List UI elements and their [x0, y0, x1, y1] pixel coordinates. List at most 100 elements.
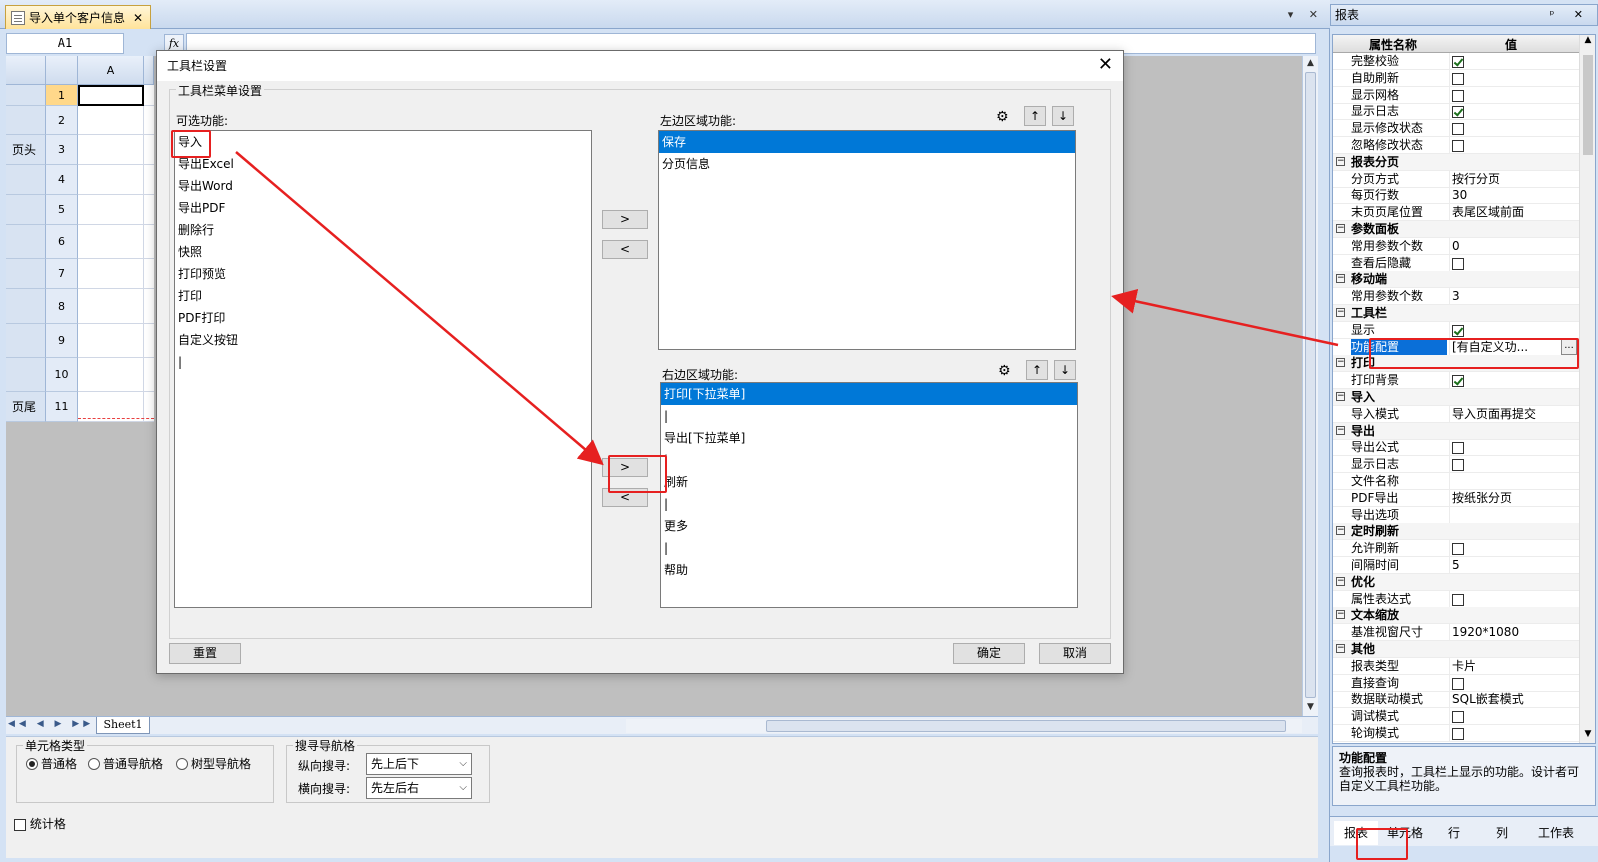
property-row[interactable]: 导出选项: [1333, 506, 1579, 524]
property-row[interactable]: 允许刷新: [1333, 540, 1579, 558]
collapse-icon[interactable]: −: [1336, 224, 1345, 233]
collapse-icon[interactable]: −: [1336, 526, 1345, 536]
horizontal-scroll-thumb[interactable]: [766, 720, 1286, 732]
window-buttons[interactable]: ▾ ✕: [1288, 8, 1324, 21]
tab-column[interactable]: 列: [1480, 821, 1524, 845]
right-area-item[interactable]: 刷新: [661, 471, 1077, 493]
available-function-item[interactable]: PDF打印: [175, 307, 591, 329]
table-cell[interactable]: [78, 358, 144, 392]
property-row[interactable]: 常用参数个数 0: [1333, 237, 1579, 255]
property-category[interactable]: − 定时刷新: [1333, 523, 1579, 541]
right-area-list[interactable]: 打印[下拉菜单] | 导出[下拉菜单] | 刷新 | 更多 | 帮助: [660, 382, 1078, 608]
available-function-item[interactable]: |: [175, 351, 591, 373]
row-header[interactable]: 4: [46, 165, 78, 195]
property-row[interactable]: 常用参数个数 3: [1333, 288, 1579, 306]
row-header[interactable]: 10: [46, 358, 78, 392]
property-row[interactable]: PDF导出 按纸张分页: [1333, 489, 1579, 507]
property-value[interactable]: [1449, 137, 1579, 154]
property-value[interactable]: 5: [1449, 557, 1579, 574]
vertical-search-select[interactable]: 先上后下 ⌵: [366, 753, 472, 775]
row-header[interactable]: 1: [46, 85, 78, 106]
left-move-down-button[interactable]: ↓: [1052, 106, 1074, 126]
right-area-item[interactable]: |: [661, 493, 1077, 515]
checkbox-icon[interactable]: [1452, 543, 1464, 556]
left-area-list[interactable]: 保存 分页信息: [658, 130, 1076, 350]
property-grid-scrollbar[interactable]: ▲ ▼: [1579, 35, 1595, 743]
property-category[interactable]: − 导出: [1333, 422, 1579, 440]
table-cell[interactable]: [78, 324, 144, 358]
table-cell[interactable]: [144, 85, 154, 106]
cancel-button[interactable]: 取消: [1039, 643, 1111, 664]
checkbox-icon[interactable]: [1452, 324, 1464, 337]
scroll-up-icon[interactable]: ▲: [1303, 56, 1318, 71]
property-value[interactable]: [1449, 439, 1579, 457]
checkbox-icon[interactable]: [1452, 89, 1464, 102]
property-row[interactable]: 属性表达式: [1333, 590, 1579, 608]
property-value[interactable]: 1920*1080: [1449, 624, 1579, 642]
property-value[interactable]: SQL嵌套模式: [1449, 691, 1579, 709]
available-function-item[interactable]: 导入: [175, 131, 591, 153]
table-cell[interactable]: [144, 106, 154, 135]
available-function-item[interactable]: 导出Excel: [175, 153, 591, 175]
right-area-item[interactable]: |: [661, 405, 1077, 427]
stat-cell-checkbox[interactable]: 统计格: [14, 815, 66, 832]
sheet-horizontal-scrollbar[interactable]: [626, 719, 1302, 733]
property-row[interactable]: 显示日志: [1333, 456, 1579, 474]
table-cell[interactable]: [144, 324, 154, 358]
checkbox-icon[interactable]: [1452, 123, 1464, 136]
table-cell[interactable]: [78, 135, 144, 165]
radio-tree-nav-cell[interactable]: 树型导航格: [176, 755, 251, 772]
property-category[interactable]: − 文本缩放: [1333, 607, 1579, 625]
horizontal-search-select[interactable]: 先左后右 ⌵: [366, 777, 472, 799]
collapse-icon[interactable]: −: [1336, 425, 1345, 435]
property-row[interactable]: 打印背景: [1333, 372, 1579, 390]
property-row[interactable]: 分页方式 按行分页: [1333, 170, 1579, 188]
right-area-item[interactable]: |: [661, 537, 1077, 559]
remove-from-left-button[interactable]: <: [602, 240, 648, 259]
checkbox-icon[interactable]: [1452, 375, 1464, 388]
property-value[interactable]: [1449, 725, 1579, 742]
row-header[interactable]: 8: [46, 289, 78, 324]
table-cell[interactable]: [78, 106, 144, 135]
property-row[interactable]: 数据联动模式 SQL嵌套模式: [1333, 691, 1579, 709]
row-header[interactable]: 2: [46, 106, 78, 135]
property-row[interactable]: 导入模式 导入页面再提交: [1333, 405, 1579, 423]
property-category[interactable]: − 其他: [1333, 641, 1579, 658]
ok-button[interactable]: 确定: [953, 643, 1025, 664]
property-row[interactable]: 间隔时间 5: [1333, 557, 1579, 574]
available-function-item[interactable]: 快照: [175, 241, 591, 263]
left-move-up-button[interactable]: ↑: [1024, 106, 1046, 126]
table-cell[interactable]: [78, 165, 144, 195]
active-cell[interactable]: [78, 85, 144, 106]
checkbox-icon[interactable]: [1452, 711, 1464, 724]
scroll-down-icon[interactable]: ▼: [1580, 729, 1595, 739]
property-row[interactable]: 文件名称: [1333, 473, 1579, 490]
property-row[interactable]: 直接查询: [1333, 674, 1579, 692]
property-value[interactable]: 0: [1449, 237, 1579, 255]
collapse-icon[interactable]: −: [1336, 156, 1345, 166]
property-row[interactable]: 完整校验: [1333, 53, 1579, 70]
table-cell[interactable]: [78, 195, 144, 225]
property-value[interactable]: [1449, 254, 1579, 272]
property-value[interactable]: [1449, 708, 1579, 726]
column-header[interactable]: [144, 56, 154, 85]
sheet-vertical-scrollbar[interactable]: ▲ ▼: [1302, 56, 1318, 716]
property-row[interactable]: 自助刷新: [1333, 69, 1579, 87]
available-function-item[interactable]: 导出PDF: [175, 197, 591, 219]
available-function-item[interactable]: 删除行: [175, 219, 591, 241]
checkbox-icon[interactable]: [1452, 72, 1464, 85]
property-value[interactable]: [1449, 372, 1579, 390]
checkbox-icon[interactable]: [1452, 459, 1464, 472]
checkbox-icon[interactable]: [1452, 442, 1464, 455]
property-row[interactable]: 基准视窗尺寸 1920*1080: [1333, 624, 1579, 642]
property-row[interactable]: 轮询模式: [1333, 725, 1579, 742]
property-value[interactable]: [1449, 590, 1579, 608]
radio-nav-cell[interactable]: 普通导航格: [88, 755, 163, 772]
available-function-item[interactable]: 打印预览: [175, 263, 591, 285]
available-list[interactable]: 导入 导出Excel 导出Word 导出PDF 删除行 快照 打印预览 打印 PDF打印 自定义按…: [174, 130, 592, 608]
property-value[interactable]: [1449, 506, 1579, 524]
property-row[interactable]: 忽略修改状态: [1333, 137, 1579, 154]
reset-button[interactable]: 重置: [169, 643, 241, 664]
collapse-icon[interactable]: −: [1336, 358, 1345, 368]
property-row[interactable]: 每页行数 30: [1333, 187, 1579, 205]
